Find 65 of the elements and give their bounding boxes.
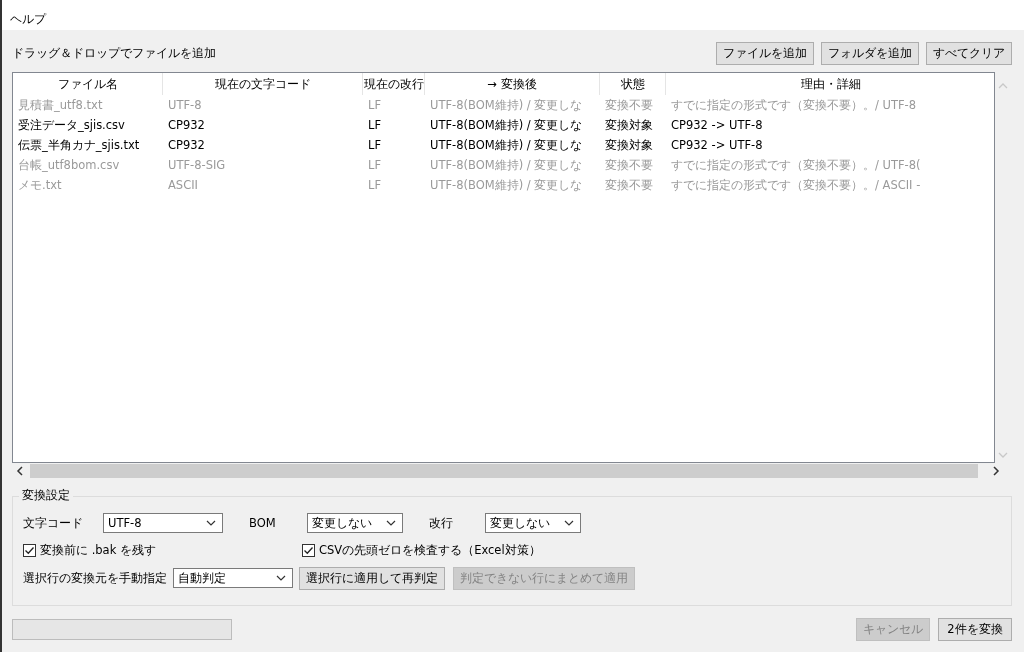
table-cell-text: UTF-8(BOM維持) / 変更しな xyxy=(429,97,584,114)
toolbar-button[interactable]: すべてクリア xyxy=(926,41,1012,65)
table-cell-text: UTF-8 xyxy=(167,97,203,114)
drop-hint: ドラッグ＆ドロップでファイルを追加 xyxy=(12,44,216,62)
field-label: BOM xyxy=(249,516,277,530)
encoding-dropdown[interactable]: UTF-8 xyxy=(103,513,223,533)
column-header[interactable]: ファイル名 xyxy=(13,73,163,95)
bom-dropdown[interactable]: 変更しない xyxy=(307,513,403,533)
table-cell-text: メモ.txt xyxy=(17,177,63,194)
column-header[interactable]: 理由・詳細 xyxy=(666,73,994,95)
table-cell-text: LF xyxy=(367,157,383,174)
field-label: 選択行の変換元を手動指定 xyxy=(23,570,167,586)
scroll-left-icon[interactable] xyxy=(16,466,24,476)
dialog-button[interactable]: 2件を変換 xyxy=(938,618,1012,641)
toolbar-button[interactable]: ファイルを追加 xyxy=(716,41,814,65)
scrollbar-thumb[interactable] xyxy=(30,464,978,478)
field-label: 文字コード xyxy=(23,515,84,531)
checkbox[interactable]: CSVの先頭ゼロを検査する（Excel対策） xyxy=(302,542,541,558)
column-header[interactable]: 状態 xyxy=(600,73,666,95)
field-label: 改行 xyxy=(429,515,454,531)
table-cell-text: すでに指定の形式です（変換不要）。/ ASCII - xyxy=(670,177,922,194)
source-dropdown[interactable]: 自動判定 xyxy=(173,568,293,588)
checkmark-icon xyxy=(24,544,35,556)
table-cell-text: UTF-8(BOM維持) / 変更しな xyxy=(429,117,584,134)
column-header[interactable]: 現在の文字コード xyxy=(163,73,363,95)
scroll-right-icon[interactable] xyxy=(992,466,1000,476)
table-cell-text: ASCII xyxy=(167,177,199,194)
table-cell-text: LF xyxy=(367,137,383,154)
table-cell-text: LF xyxy=(367,117,383,134)
checkbox[interactable]: 変換前に .bak を残す xyxy=(23,542,156,558)
scroll-up-icon[interactable] xyxy=(998,82,1008,90)
chevron-down-icon xyxy=(206,520,216,526)
table-cell-text: LF xyxy=(367,97,383,114)
table-cell-text: UTF-8(BOM維持) / 変更しな xyxy=(429,177,584,194)
chevron-down-icon xyxy=(276,575,286,581)
chevron-down-icon xyxy=(564,520,574,526)
table-cell-text: 変換対象 xyxy=(604,117,654,134)
table-cell-text: 変換不要 xyxy=(604,97,654,114)
checkmark-icon xyxy=(303,544,314,556)
table-cell-text: 変換対象 xyxy=(604,137,654,154)
column-header[interactable]: → 変換後 xyxy=(425,73,600,95)
table-cell-text: CP932 xyxy=(167,137,206,154)
newline-dropdown[interactable]: 変更しない xyxy=(485,513,581,533)
table-cell-text: UTF-8(BOM維持) / 変更しな xyxy=(429,137,584,154)
table-cell-text: CP932 -> UTF-8 xyxy=(670,117,764,134)
column-header[interactable]: 現在の改行 xyxy=(363,73,425,95)
menu-item[interactable]: ヘルプ xyxy=(10,10,46,28)
table-cell-text: CP932 xyxy=(167,117,206,134)
table-cell-text: 台帳_utf8bom.csv xyxy=(17,157,121,174)
table-cell-text: 変換不要 xyxy=(604,157,654,174)
chevron-down-icon xyxy=(386,520,396,526)
table-cell-text: 伝票_半角カナ_sjis.txt xyxy=(17,137,141,154)
apply-button[interactable]: 選択行に適用して再判定 xyxy=(299,566,445,590)
table-cell-text: 変換不要 xyxy=(604,177,654,194)
table-cell-text: 受注データ_sjis.csv xyxy=(17,117,126,134)
group-title: 変換設定 xyxy=(19,488,73,503)
table-cell-text: すでに指定の形式です（変換不要）。/ UTF-8( xyxy=(670,157,922,174)
table-cell-text: すでに指定の形式です（変換不要）。/ UTF-8 xyxy=(670,97,918,114)
table-cell-text: 見積書_utf8.txt xyxy=(17,97,104,114)
scroll-down-icon[interactable] xyxy=(998,451,1008,459)
toolbar-button[interactable]: フォルダを追加 xyxy=(821,41,919,65)
table-cell-text: UTF-8-SIG xyxy=(167,157,227,174)
table-cell-text: LF xyxy=(367,177,383,194)
table-cell-text: UTF-8(BOM維持) / 変更しな xyxy=(429,157,584,174)
table-cell-text: CP932 -> UTF-8 xyxy=(670,137,764,154)
